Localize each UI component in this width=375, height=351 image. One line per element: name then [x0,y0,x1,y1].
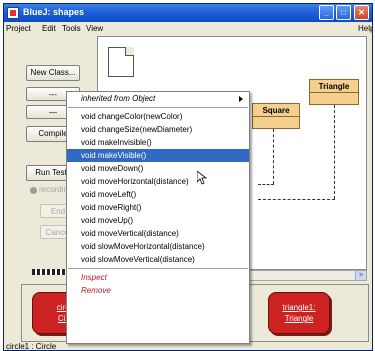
menu-tools[interactable]: Tools [62,24,81,33]
menu-inherited-label: inherited from Object [81,94,156,103]
dependency-arrow [273,129,274,184]
title-bar[interactable]: BlueJ: shapes _ □ ✕ [4,4,372,22]
menu-inherited-from-object[interactable]: inherited from Object [67,92,249,105]
menu-project[interactable]: Project [6,24,31,33]
readme-document-icon[interactable] [108,47,134,77]
menu-item-slow-move-vertical[interactable]: void slowMoveVertical(distance) [67,253,249,266]
machine-activity-indicator [32,269,68,275]
dependency-arrow [258,184,274,185]
menu-item-remove[interactable]: Remove [67,284,249,297]
menu-item-move-vertical[interactable]: void moveVertical(distance) [67,227,249,240]
menu-item-change-color[interactable]: void changeColor(newColor) [67,110,249,123]
object-triangle1-class: Triangle [284,314,314,323]
submenu-arrow-icon [239,96,243,102]
minimize-button[interactable]: _ [319,5,334,20]
scroll-right-icon[interactable]: > [355,271,366,280]
bluej-window: BlueJ: shapes _ □ ✕ Project Edit Tools V… [3,3,373,351]
mouse-pointer-icon [197,171,207,185]
menu-help[interactable]: Help [358,24,372,33]
dependency-arrow [334,105,335,199]
menu-item-move-left[interactable]: void moveLeft() [67,188,249,201]
menu-item-change-size[interactable]: void changeSize(newDiameter) [67,123,249,136]
class-triangle-label: Triangle [310,80,358,93]
menu-view[interactable]: View [86,24,103,33]
menu-item-move-horizontal[interactable]: void moveHorizontal(distance) [67,175,249,188]
dependency-arrow [258,199,335,200]
object-triangle1[interactable]: triangle1: Triangle [268,292,330,334]
menu-item-move-right[interactable]: void moveRight() [67,201,249,214]
menu-item-move-down[interactable]: void moveDown() [67,162,249,175]
class-square[interactable]: Square [252,103,300,129]
maximize-button[interactable]: □ [336,5,351,20]
menu-item-slow-move-horizontal[interactable]: void slowMoveHorizontal(distance) [67,240,249,253]
menu-item-make-invisible[interactable]: void makeInvisible() [67,136,249,149]
new-class-button[interactable]: New Class... [26,65,80,81]
object-triangle1-name: triangle1: [282,303,316,312]
menu-edit[interactable]: Edit [42,24,56,33]
menu-separator [68,107,248,108]
menu-bar: Project Edit Tools View Help [4,22,372,36]
menu-item-move-up[interactable]: void moveUp() [67,214,249,227]
close-button[interactable]: ✕ [354,5,369,20]
menu-separator [68,268,248,269]
menu-item-inspect[interactable]: Inspect [67,271,249,284]
bluej-app-icon [7,7,19,19]
menu-item-make-visible[interactable]: void makeVisible() [67,149,249,162]
recording-indicator-icon [30,187,37,194]
object-context-menu: inherited from Object void changeColor(n… [66,91,250,344]
window-title: BlueJ: shapes [23,7,85,17]
class-square-label: Square [253,104,299,117]
class-triangle[interactable]: Triangle [309,79,359,105]
